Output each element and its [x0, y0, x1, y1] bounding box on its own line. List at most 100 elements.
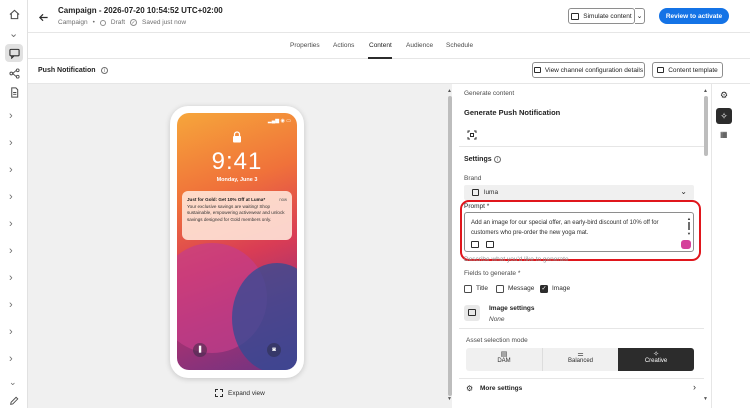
database-icon[interactable]	[486, 241, 494, 248]
title-checkbox-label: Title	[476, 285, 489, 292]
content-template-button[interactable]: Content template	[652, 62, 723, 78]
scroll-up-icon[interactable]: ▲	[687, 216, 691, 221]
home-icon[interactable]	[5, 5, 23, 23]
scroll-up-icon[interactable]: ▲	[703, 88, 708, 94]
chevron-right-icon[interactable]: ›	[9, 164, 13, 176]
settings-gear-icon[interactable]: ⚙	[720, 90, 728, 101]
chevron-right-icon[interactable]: ›	[9, 191, 13, 203]
notification-time: now	[279, 197, 287, 202]
more-settings-row[interactable]: ⚙ More settings ›	[466, 382, 696, 395]
ai-assistant-icon[interactable]: ✧	[716, 108, 732, 124]
preview-canvas: ▂▄▆ ◉ ▭ 9:41 Monday, June 3 Just for Gol…	[28, 84, 452, 408]
info-icon[interactable]: i	[101, 67, 108, 74]
saved-check-icon: ✓	[130, 19, 138, 26]
message-checkbox[interactable]	[496, 285, 504, 293]
gear-icon: ⚙	[466, 384, 474, 393]
review-to-activate-button[interactable]: Review to activate	[659, 8, 729, 24]
template-icon	[657, 67, 665, 73]
chevron-right-icon[interactable]: ›	[9, 299, 13, 311]
brand-select[interactable]: luma ⌄	[464, 185, 694, 200]
image-attach-icon[interactable]	[471, 241, 479, 248]
page-title: Campaign - 2026-07-20 10:54:52 UTC+02:00	[58, 6, 223, 15]
status-bar-icons: ▂▄▆ ◉ ▭	[267, 118, 291, 124]
separator-dot: •	[92, 19, 95, 26]
edit-icon[interactable]	[5, 392, 23, 410]
expand-view-button[interactable]: Expand view	[215, 389, 265, 397]
image-icon	[468, 309, 476, 316]
chevron-down-icon[interactable]: ⌄	[9, 377, 17, 388]
section-toolbar: Push Notification i View channel configu…	[28, 59, 750, 84]
divider	[459, 146, 704, 147]
divider	[459, 328, 704, 329]
expand-icon	[215, 389, 223, 397]
prompt-textarea[interactable]: Add an image for our special offer, an e…	[464, 212, 694, 252]
tab-schedule[interactable]: Schedule	[446, 42, 473, 49]
panel-scrollbar[interactable]: ▲ ▼	[703, 88, 709, 402]
campaign-meta: Campaign • Draft ✓ Saved just now	[58, 19, 186, 26]
layers-icon[interactable]: ▦	[720, 130, 728, 139]
tab-actions[interactable]: Actions	[333, 42, 354, 49]
back-arrow-icon[interactable]	[38, 10, 50, 22]
fields-label: Fields to generate *	[464, 270, 521, 277]
chevron-right-icon[interactable]: ›	[9, 353, 13, 365]
mode-dam-button[interactable]: ▤ DAM	[466, 348, 542, 371]
document-icon[interactable]	[5, 83, 23, 101]
chevron-right-icon[interactable]: ›	[9, 326, 13, 338]
view-channel-config-label: View channel configuration details	[544, 66, 644, 74]
view-icon	[533, 67, 541, 73]
info-icon[interactable]: i	[494, 156, 501, 163]
chevron-right-icon[interactable]: ›	[9, 245, 13, 257]
preview-scrollbar[interactable]: ▲ ▼	[447, 88, 453, 402]
dam-icon: ▤	[500, 351, 508, 358]
magic-wand-icon: ✧	[653, 351, 659, 358]
image-settings-value: None	[489, 316, 505, 323]
content-template-label: Content template	[668, 66, 718, 74]
chevron-down-icon[interactable]: ⌄	[9, 27, 18, 40]
simulate-content-label: Simulate content	[583, 12, 632, 20]
scroll-up-icon[interactable]: ▲	[447, 88, 452, 94]
message-checkbox-label: Message	[508, 285, 535, 292]
chevron-right-icon[interactable]: ›	[9, 218, 13, 230]
campaign-type: Campaign	[58, 19, 88, 26]
left-rail: ⌄ › › › › › › › › › › ⌄	[0, 0, 28, 408]
scroll-thumb[interactable]	[704, 96, 708, 156]
chevron-right-icon[interactable]: ›	[9, 137, 13, 149]
phone-screen: ▂▄▆ ◉ ▭ 9:41 Monday, June 3 Just for Gol…	[177, 113, 297, 370]
chevron-right-icon: ›	[693, 382, 696, 392]
tab-content[interactable]: Content	[369, 42, 392, 49]
settings-heading: Settings	[464, 156, 492, 163]
message-icon[interactable]	[5, 44, 23, 62]
mode-creative-label: Creative	[644, 358, 668, 364]
asset-mode-label: Asset selection mode	[466, 337, 528, 344]
journey-icon[interactable]	[5, 64, 23, 82]
brand-label: Brand	[464, 175, 482, 182]
side-tools: ⚙ ✧ ▦	[711, 84, 750, 408]
prompt-scrollbar[interactable]: ▲ ▼	[687, 216, 691, 236]
lock-date: Monday, June 3	[216, 177, 258, 183]
image-checkbox[interactable]: ✓	[540, 285, 548, 293]
title-checkbox[interactable]	[464, 285, 472, 293]
frame-icon[interactable]	[467, 127, 477, 140]
chevron-right-icon[interactable]: ›	[9, 110, 13, 122]
image-settings-label[interactable]: Image settings	[489, 305, 535, 312]
mode-creative-button[interactable]: ✧ Creative	[618, 348, 694, 371]
view-channel-config-button[interactable]: View channel configuration details	[532, 62, 645, 78]
scroll-thumb[interactable]	[688, 222, 690, 230]
notification-title: Just for Gold: Get 10% Off at Luma*	[187, 197, 266, 202]
image-settings-icon	[464, 305, 480, 321]
brand-value: luma	[484, 189, 499, 196]
scroll-down-icon[interactable]: ▼	[703, 396, 708, 402]
ai-generate-icon[interactable]	[681, 240, 691, 249]
simulate-content-button[interactable]: Simulate content	[568, 8, 635, 24]
mode-balanced-button[interactable]: ⚌ Balanced	[542, 348, 618, 371]
saved-status: Saved just now	[142, 19, 187, 26]
tab-audience[interactable]: Audience	[406, 42, 433, 49]
scroll-thumb[interactable]	[448, 96, 452, 396]
image-checkbox-label: Image	[552, 285, 571, 292]
scroll-down-icon[interactable]: ▼	[447, 396, 452, 402]
chevron-right-icon[interactable]: ›	[9, 272, 13, 284]
scroll-down-icon[interactable]: ▼	[687, 231, 691, 236]
tab-properties[interactable]: Properties	[290, 42, 320, 49]
simulate-dropdown-button[interactable]: ⌄	[635, 8, 645, 24]
expand-view-label: Expand view	[228, 389, 265, 397]
